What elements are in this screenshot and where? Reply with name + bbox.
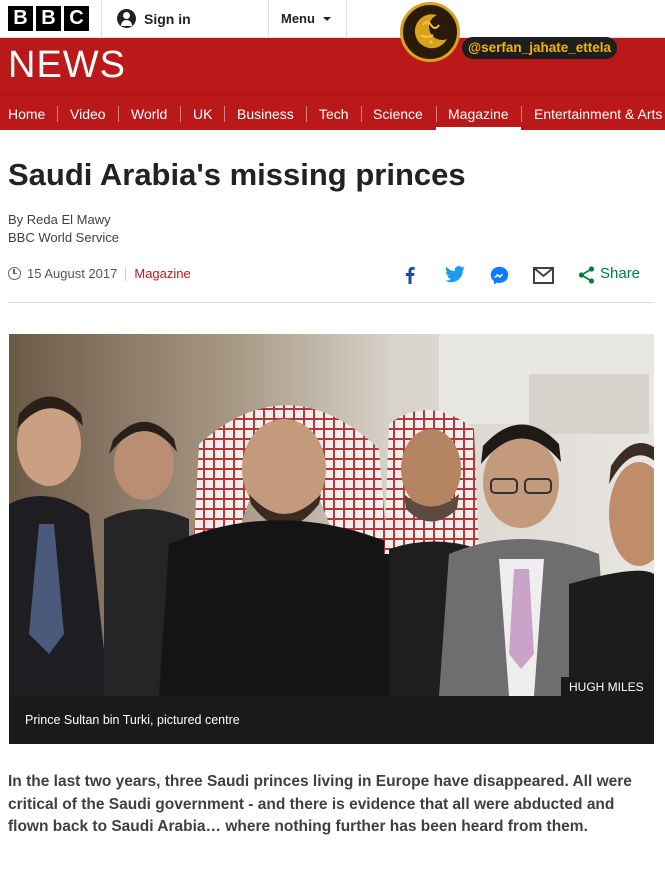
nav-item-video[interactable]: Video [70,95,106,130]
twitter-icon[interactable] [444,266,466,284]
article-date: 15 August 2017 [27,266,118,281]
divider [57,106,58,122]
nav-item-magazine[interactable]: Magazine [436,95,521,130]
clock-icon [8,267,21,280]
nav-item-tech[interactable]: Tech [319,95,349,130]
user-icon [117,9,136,28]
byline: By Reda El Mawy BBC World Service [8,211,119,247]
nav-item-entertainment-arts[interactable]: Entertainment & Arts [534,95,662,130]
divider [436,106,437,122]
section-nav: Home Video World UK Business Tech Scienc… [0,94,665,130]
nav-item-science[interactable]: Science [373,95,423,130]
divider [101,0,102,38]
divider [118,106,119,122]
divider [306,106,307,122]
nav-item-world[interactable]: World [131,95,167,130]
divider [521,106,522,122]
divider [224,106,225,122]
nav-item-business[interactable]: Business [237,95,294,130]
author-organisation: BBC World Service [8,230,120,245]
news-title[interactable]: NEWS [8,44,126,87]
share-icon[interactable] [578,266,595,284]
divider [346,0,347,38]
nav-item-uk[interactable]: UK [193,95,212,130]
watermark-seal-logo [400,2,460,62]
menu-label: Menu [281,11,315,26]
image-credit: HUGH MILES [561,677,654,697]
share-label[interactable]: Share [600,265,640,282]
bbc-logo[interactable]: B B C [8,6,89,31]
menu-button[interactable]: Menu [281,11,331,26]
divider [268,0,269,38]
messenger-icon[interactable] [489,265,510,286]
nav-item-home[interactable]: Home [8,95,45,130]
watermark-handle: @serfan_jahate_ettela [462,37,617,59]
article-headline: Saudi Arabia's missing princes [8,157,466,192]
divider [8,302,654,303]
bbc-logo-letter: C [64,6,89,31]
section-link-magazine[interactable]: Magazine [134,266,190,281]
article-meta: 15 August 2017 Magazine [8,266,191,281]
chevron-down-icon [322,16,331,21]
image-caption-box: Prince Sultan bin Turki, pictured centre [9,696,654,744]
image-caption: Prince Sultan bin Turki, pictured centre [25,713,240,727]
crescent-icon [414,14,447,49]
article-intro: In the last two years, three Saudi princ… [8,773,632,835]
bbc-logo-letter: B [36,6,61,31]
article-photo [9,334,654,696]
signin-label: Sign in [144,10,191,27]
email-icon[interactable] [533,267,554,284]
divider [180,106,181,122]
author-name: By Reda El Mawy [8,212,111,227]
bbc-logo-letter: B [8,6,33,31]
top-bar: B B C Sign in Menu [0,0,665,38]
divider [125,266,127,281]
signin-button[interactable]: Sign in [117,9,191,28]
facebook-icon[interactable] [401,265,419,285]
divider [361,106,362,122]
